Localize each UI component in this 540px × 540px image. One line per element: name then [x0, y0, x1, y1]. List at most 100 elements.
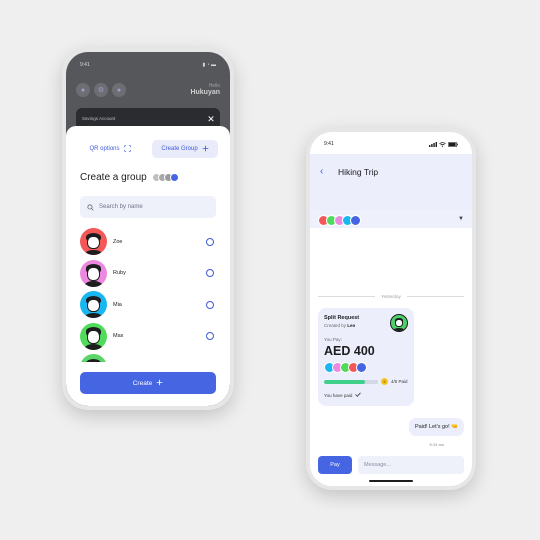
chat-messages: Yesterday Split Request Created by Leo Y… [310, 228, 472, 458]
date-divider: Yesterday [318, 294, 465, 299]
divider-line [406, 296, 465, 297]
status-bar: 9:41 [324, 141, 458, 147]
avatar [356, 362, 367, 373]
coin-icon: $ [381, 378, 388, 385]
status-icons [429, 141, 458, 147]
pay-button[interactable]: Pay [318, 456, 352, 474]
avatar [80, 228, 107, 256]
contact-list: Zoe Ruby Mia Max [80, 226, 216, 362]
progress-bar [324, 379, 378, 384]
settings-icon: ⚙ [94, 83, 108, 97]
qr-icon [123, 144, 131, 154]
create-group-phone: 9:41 ▮ ◔ ▬ ● ⚙ ● Hello Hukuyan Savings A… [62, 48, 234, 410]
list-item[interactable]: Zoe [80, 226, 216, 258]
created-by-prefix: Created by [324, 323, 347, 328]
you-have-paid: You have paid [324, 392, 408, 398]
avatar [80, 354, 107, 362]
search-icon [87, 198, 94, 216]
close-icon[interactable]: ✕ [204, 112, 218, 126]
dimmed-header: ● ⚙ ● Hello Hukuyan [76, 78, 220, 102]
chat-header: ‹ Hiking Trip ▼ [310, 154, 472, 232]
battery-icon [448, 141, 458, 147]
avatar: ● [76, 83, 90, 97]
signal-icon [429, 141, 437, 147]
avatar-body [84, 344, 103, 350]
message-bubble: Paid! Let's go! 🤜 [408, 418, 464, 436]
sheet-actions: QR options Create Group [78, 140, 218, 158]
card-label: Savings Account [82, 116, 116, 121]
qr-options-button[interactable]: QR options [78, 140, 142, 158]
avatar-face [87, 267, 100, 281]
wifi-icon [439, 141, 446, 147]
avatar-face [87, 330, 100, 344]
back-arrow-icon[interactable]: ‹ [320, 166, 323, 177]
split-request-card[interactable]: Split Request Created by Leo You Pay: AE… [318, 308, 414, 406]
phone-screen: ‹ Hiking Trip ▼ 9:41 Yesterday Split Req… [310, 132, 472, 486]
create-group-label: Create Group [161, 146, 198, 152]
page-title: Create a group [80, 172, 147, 183]
select-radio[interactable] [206, 269, 214, 278]
user-greeting: Hello Hukuyan [190, 83, 220, 97]
selected-avatars [151, 173, 179, 182]
payment-progress: $ 4/5 Paid [324, 378, 408, 385]
progress-fill [324, 379, 365, 384]
mic-icon: ● [112, 83, 126, 97]
avatar-body [84, 281, 103, 287]
pay-label: Pay [330, 462, 340, 468]
chevron-down-icon[interactable]: ▼ [458, 216, 464, 222]
message-input[interactable] [358, 456, 464, 474]
search-placeholder: Search by name [99, 204, 143, 210]
check-icon [355, 392, 362, 398]
message-text: Paid! Let's go! 🤜 [414, 424, 458, 430]
list-item[interactable]: Mia [80, 289, 216, 321]
contact-name: Mia [113, 301, 122, 308]
member-avatars [324, 362, 408, 373]
create-button[interactable]: Create [80, 372, 216, 394]
sheet-title-row: Create a group [80, 172, 179, 183]
qr-options-label: QR options [89, 146, 120, 152]
status-time: 9:41 [324, 141, 334, 147]
message-composer: Pay [310, 450, 472, 486]
plus-icon [202, 145, 209, 154]
user-name: Hukuyan [190, 88, 220, 96]
member-avatars [318, 215, 361, 226]
chat-title: Hiking Trip [338, 167, 379, 177]
contact-name: Ruby [113, 270, 126, 277]
list-item[interactable]: Ruby [80, 258, 216, 290]
list-item[interactable]: Max [80, 321, 216, 353]
home-indicator [369, 480, 413, 482]
divider-label: Yesterday [381, 294, 401, 299]
search-input[interactable]: Search by name [80, 196, 216, 218]
avatar-face [395, 319, 403, 328]
avatar-face [87, 235, 100, 250]
avatar [169, 173, 179, 182]
status-time: 9:41 [80, 62, 90, 68]
status-icons: ▮ ◔ ▬ [202, 62, 216, 68]
create-group-sheet: QR options Create Group Create a group S… [66, 126, 230, 406]
avatar-body [393, 327, 405, 331]
avatar [80, 259, 107, 287]
avatar-body [84, 312, 103, 319]
created-by-name: Leo [347, 323, 356, 328]
create-label: Create [132, 379, 153, 387]
divider-line [318, 296, 376, 297]
avatar [390, 314, 408, 332]
avatar [80, 291, 107, 319]
paid-count: 4/5 Paid [391, 379, 408, 384]
contact-name: Zoe [113, 238, 123, 245]
phone-screen: 9:41 ▮ ◔ ▬ ● ⚙ ● Hello Hukuyan Savings A… [66, 52, 230, 406]
greeting-label: Hello [208, 82, 220, 89]
contact-name: Max [113, 333, 124, 340]
select-radio[interactable] [206, 237, 214, 246]
select-radio[interactable] [206, 300, 214, 309]
create-group-button[interactable]: Create Group [152, 140, 218, 158]
avatar [80, 322, 107, 350]
status-bar: 9:41 ▮ ◔ ▬ [80, 62, 216, 68]
avatar [350, 215, 361, 226]
list-item[interactable] [80, 352, 216, 362]
select-radio[interactable] [206, 332, 214, 341]
you-have-paid-label: You have paid [324, 392, 353, 398]
avatar-body [84, 249, 103, 256]
you-pay-label: You Pay: [324, 337, 342, 342]
split-amount: AED 400 [324, 344, 375, 358]
